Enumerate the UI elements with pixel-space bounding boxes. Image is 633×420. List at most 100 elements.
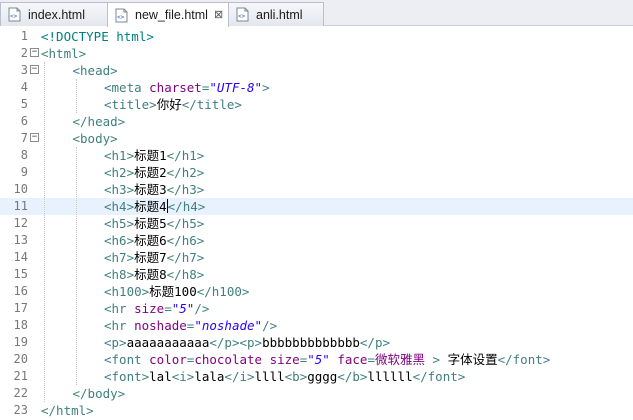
code-token: color (149, 352, 187, 367)
code-token: </h100> (196, 284, 250, 299)
code-token: <h6> (104, 233, 135, 248)
code-line[interactable]: 21 <font>lal<i>lala</i>llll<b>gggg</b>lll… (0, 368, 633, 385)
code-text: <h6>标题6</h6> (104, 232, 204, 249)
code-token: llllll (367, 369, 413, 384)
code-token: <hr (104, 301, 135, 316)
code-line[interactable]: 14 <h7>标题7</h7> (0, 249, 633, 266)
code-token: 标题100 (149, 284, 197, 299)
code-line[interactable]: 11 <h4>标题4</h4> (0, 198, 633, 215)
editor-tab-bar: <> index.html <> new_file.html ⊠ <> anli… (0, 0, 633, 27)
code-token: 标题8 (134, 267, 167, 282)
line-number: 17 (13, 301, 28, 315)
code-token: </head> (72, 114, 126, 129)
tab-index-html[interactable]: <> index.html (0, 2, 108, 26)
code-token: 标题1 (134, 148, 167, 163)
code-text: <font>lal<i>lala</i>llll<b>gggg</b>lllll… (104, 368, 465, 385)
code-token: <!DOCTYPE html> (41, 29, 154, 44)
code-token: </b> (337, 369, 368, 384)
line-number: 20 (13, 352, 28, 366)
code-text: <h100>标题100</h100> (104, 283, 249, 300)
line-number: 9 (20, 165, 28, 179)
code-token: <p> (104, 335, 127, 350)
tab-label: new_file.html (135, 8, 208, 22)
line-number: 1 (20, 29, 28, 43)
code-line[interactable]: 3− <head> (0, 62, 633, 79)
code-token: <h7> (104, 250, 135, 265)
code-text: <h2>标题2</h2> (104, 164, 204, 181)
code-line[interactable]: 22 </body> (0, 385, 633, 402)
code-text: <p>aaaaaaaaaaa</p><p>bbbbbbbbbbbbb</p> (104, 334, 390, 351)
code-line[interactable]: 1 <!DOCTYPE html> (0, 28, 633, 45)
code-line[interactable]: 16 <h100>标题100</h100> (0, 283, 633, 300)
code-line[interactable]: 4 <meta charset="UTF-8"> (0, 79, 633, 96)
code-line[interactable]: 23 </html> (0, 402, 633, 419)
tab-new-file-html[interactable]: <> new_file.html ⊠ (107, 2, 229, 27)
line-number: 4 (20, 80, 28, 94)
code-line[interactable]: 20 <font color=chocolate size="5" face=微软… (0, 351, 633, 368)
tab-anli-html[interactable]: <> anli.html (228, 2, 324, 26)
line-number: 2 (20, 46, 28, 60)
code-line[interactable]: 19 <p>aaaaaaaaaaa</p><p>bbbbbbbbbbbbb</p> (0, 334, 633, 351)
indent-guide (75, 79, 77, 113)
line-number: 22 (13, 386, 28, 400)
code-token: </html> (41, 403, 94, 418)
code-line[interactable]: 2− <html> (0, 45, 633, 62)
svg-text:<>: <> (238, 13, 246, 20)
fold-toggle-icon[interactable]: − (30, 65, 39, 74)
line-number: 8 (20, 148, 28, 162)
code-token: 标题7 (134, 250, 167, 265)
code-line[interactable]: 12 <h5>标题5</h5> (0, 215, 633, 232)
code-line[interactable]: 7− <body> (0, 130, 633, 147)
code-text: <!DOCTYPE html> (41, 28, 154, 45)
code-text: <h5>标题5</h5> (104, 215, 204, 232)
code-token: <h100> (104, 284, 150, 299)
code-token: = (367, 352, 375, 367)
code-text: <h3>标题3</h3> (104, 181, 204, 198)
line-number: 13 (13, 233, 28, 247)
code-line[interactable]: 13 <h6>标题6</h6> (0, 232, 633, 249)
code-token: </font> (412, 369, 466, 384)
code-text: <head> (73, 62, 118, 79)
code-token: <i> (171, 369, 195, 384)
code-token: <meta (104, 80, 150, 95)
code-token: <h2> (104, 165, 135, 180)
code-token: <hr (104, 318, 135, 333)
code-token: lal (149, 369, 172, 384)
line-number: 21 (13, 369, 28, 383)
code-token: <font (104, 352, 150, 367)
code-token: </h3> (166, 182, 205, 197)
code-line[interactable]: 6 </head> (0, 113, 633, 130)
code-text: <meta charset="UTF-8"> (104, 79, 270, 96)
line-number: 11 (13, 199, 28, 213)
code-text-area[interactable]: 1 <!DOCTYPE html> 2− <html> 3− <head> 4 <meta c… (0, 28, 633, 420)
code-line[interactable]: 8 <h1>标题1</h1> (0, 147, 633, 164)
code-token: chocolate (194, 352, 263, 367)
code-token: </h4> (167, 199, 206, 214)
code-token: <head> (72, 63, 118, 78)
code-token: <h1> (104, 148, 135, 163)
code-token: > (425, 352, 448, 367)
code-line[interactable]: 5 <title>你好</title> (0, 96, 633, 113)
code-token: "5" (307, 352, 330, 367)
code-token: 字体设置 (447, 352, 498, 367)
code-line[interactable]: 9 <h2>标题2</h2> (0, 164, 633, 181)
code-token: "noshade" (194, 318, 263, 333)
fold-toggle-icon[interactable]: − (30, 133, 39, 142)
code-token: 标题3 (134, 182, 167, 197)
code-token: </h1> (166, 148, 205, 163)
code-line[interactable]: 10 <h3>标题3</h3> (0, 181, 633, 198)
code-token: </h7> (166, 250, 205, 265)
code-token: face (337, 352, 368, 367)
code-text: </body> (73, 385, 126, 402)
code-text: <h7>标题7</h7> (104, 249, 204, 266)
tab-label: anli.html (256, 7, 303, 22)
fold-toggle-icon[interactable]: − (30, 48, 39, 57)
line-number: 3 (20, 63, 28, 77)
code-text: <hr noshade="noshade"/> (104, 317, 277, 334)
code-line[interactable]: 17 <hr size="5"/> (0, 300, 633, 317)
close-icon[interactable]: ⊠ (214, 9, 223, 21)
code-line[interactable]: 18 <hr noshade="noshade"/> (0, 317, 633, 334)
code-line[interactable]: 15 <h8>标题8</h8> (0, 266, 633, 283)
line-number: 12 (13, 216, 28, 230)
